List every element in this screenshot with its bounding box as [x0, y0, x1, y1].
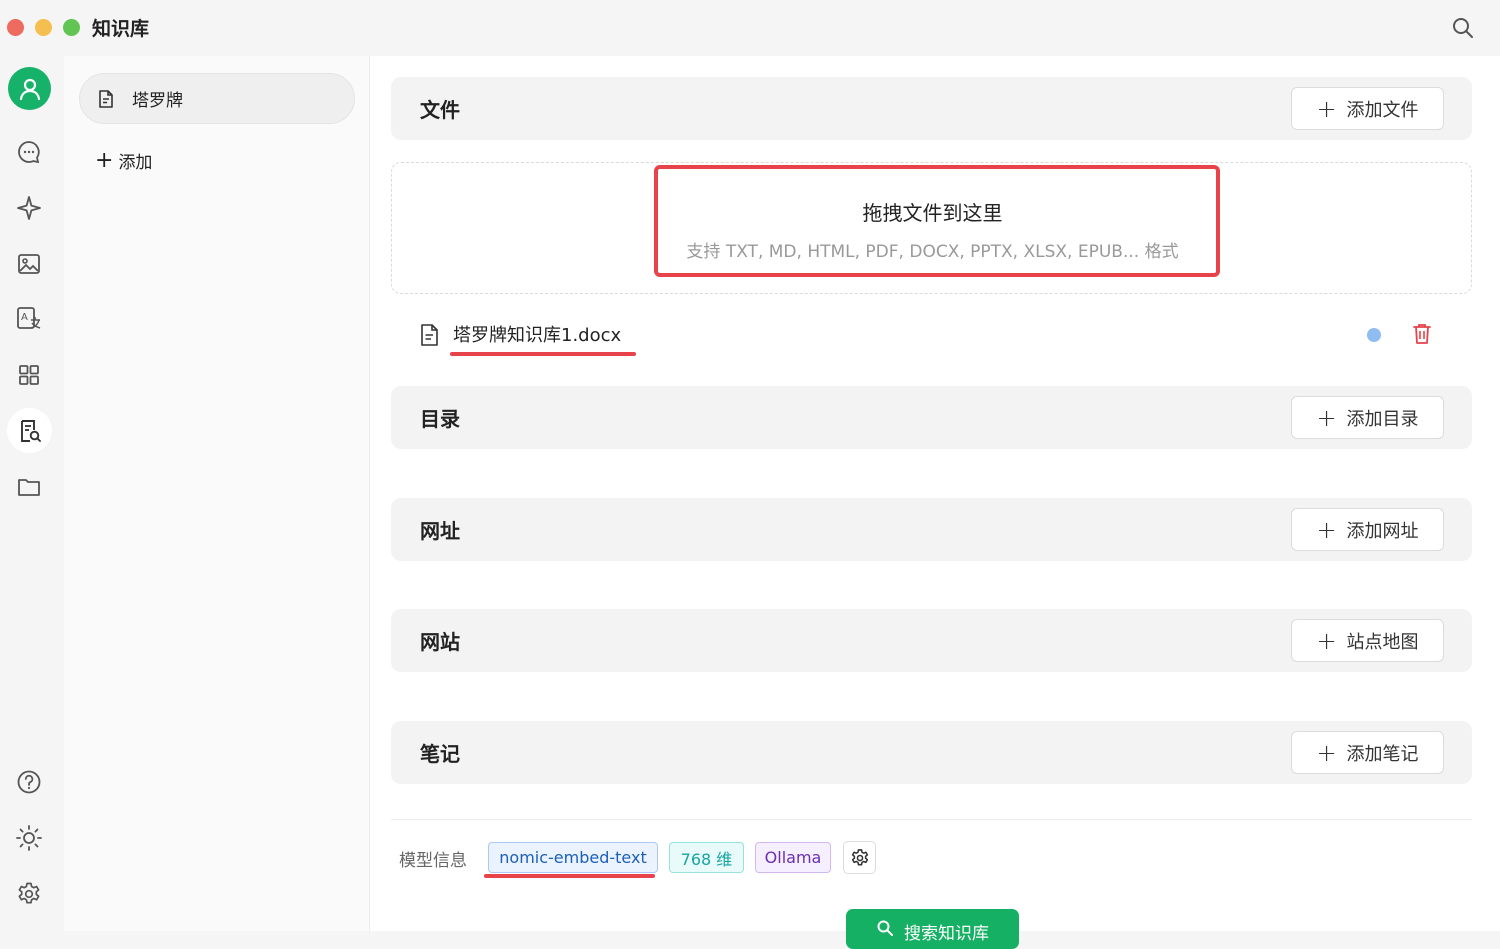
- add-file-label: 添加文件: [1346, 99, 1419, 121]
- delete-file-button[interactable]: [1411, 322, 1433, 350]
- files-section-title: 文件: [420, 98, 460, 122]
- add-directory-label: 添加目录: [1346, 408, 1419, 430]
- knowledge-base-item[interactable]: 塔罗牌: [79, 73, 355, 124]
- model-name-underline: [484, 874, 655, 878]
- gear-icon: [851, 848, 868, 865]
- main-content: 文件 + 添加文件 拖拽文件到这里 支持 TXT, MD, HTML, PDF,…: [370, 56, 1500, 949]
- document-icon: [421, 324, 438, 346]
- avatar[interactable]: [8, 67, 51, 110]
- trash-icon: [1413, 324, 1431, 344]
- model-info-label: 模型信息: [399, 851, 467, 871]
- help-icon[interactable]: [14, 767, 44, 797]
- file-name: 塔罗牌知识库1.docx: [453, 325, 622, 346]
- plus-icon: +: [95, 147, 114, 173]
- window-title: 知识库: [92, 18, 150, 40]
- add-note-label: 添加笔记: [1346, 743, 1419, 765]
- dimensions-tag: 768 维: [669, 842, 744, 873]
- title-bar: 知识库: [0, 0, 1500, 56]
- plus-icon: +: [1316, 94, 1337, 123]
- knowledge-base-label: 塔罗牌: [132, 91, 183, 111]
- add-url-label: 添加网址: [1346, 520, 1419, 542]
- add-sitemap-label: 站点地图: [1346, 631, 1419, 653]
- directory-section-header: 目录 + 添加目录: [391, 386, 1472, 449]
- plus-icon: +: [1316, 738, 1337, 767]
- model-name-tag: nomic-embed-text: [488, 842, 658, 873]
- search-icon: [877, 920, 893, 936]
- websites-section-header: 网站 + 站点地图: [391, 609, 1472, 672]
- search-knowledge-base-label: 搜索知识库: [904, 924, 989, 944]
- knowledge-icon[interactable]: [7, 408, 52, 453]
- avatar-icon: [19, 78, 40, 100]
- add-knowledge-base-button[interactable]: + 添加: [95, 148, 152, 173]
- file-dropzone[interactable]: 拖拽文件到这里 支持 TXT, MD, HTML, PDF, DOCX, PPT…: [391, 162, 1472, 294]
- folder-icon[interactable]: [14, 472, 44, 502]
- dropzone-subtitle: 支持 TXT, MD, HTML, PDF, DOCX, PPTX, XLSX,…: [686, 242, 1179, 262]
- chat-icon[interactable]: [14, 137, 44, 167]
- settings-icon[interactable]: [14, 879, 44, 909]
- urls-section-header: 网址 + 添加网址: [391, 498, 1472, 561]
- notes-section-title: 笔记: [420, 742, 460, 766]
- model-settings-button[interactable]: [843, 841, 876, 874]
- websites-section-title: 网站: [420, 630, 460, 654]
- icon-sidebar: A: [0, 56, 64, 931]
- file-status-dot: [1367, 328, 1381, 342]
- add-file-button[interactable]: + 添加文件: [1291, 87, 1444, 130]
- add-knowledge-base-label: 添加: [118, 153, 153, 173]
- image-icon[interactable]: [14, 249, 44, 279]
- file-list-item[interactable]: 塔罗牌知识库1.docx: [391, 315, 1472, 356]
- plus-icon: +: [1316, 626, 1337, 655]
- svg-text:A: A: [21, 312, 28, 323]
- sparkle-icon[interactable]: [14, 193, 44, 223]
- search-icon[interactable]: [1450, 15, 1476, 41]
- directory-section-title: 目录: [420, 407, 460, 431]
- knowledge-base-panel: 塔罗牌 + 添加: [64, 56, 370, 931]
- search-knowledge-base-button[interactable]: 搜索知识库: [846, 909, 1019, 949]
- apps-icon[interactable]: [14, 360, 44, 390]
- add-sitemap-button[interactable]: + 站点地图: [1291, 619, 1444, 662]
- close-window-button[interactable]: [7, 19, 24, 36]
- urls-section-title: 网址: [420, 519, 460, 543]
- add-directory-button[interactable]: + 添加目录: [1291, 396, 1444, 439]
- dropzone-title: 拖拽文件到这里: [862, 201, 1003, 225]
- theme-icon[interactable]: [14, 823, 44, 853]
- translate-icon[interactable]: A: [14, 304, 44, 334]
- zoom-window-button[interactable]: [63, 19, 80, 36]
- plus-icon: +: [1316, 403, 1337, 432]
- add-url-button[interactable]: + 添加网址: [1291, 508, 1444, 551]
- notes-section-header: 笔记 + 添加笔记: [391, 721, 1472, 784]
- file-name-underline: [450, 352, 636, 356]
- plus-icon: +: [1316, 515, 1337, 544]
- add-note-button[interactable]: + 添加笔记: [1291, 731, 1444, 774]
- files-section-header: 文件 + 添加文件: [391, 77, 1472, 140]
- provider-tag: Ollama: [755, 842, 831, 873]
- minimize-window-button[interactable]: [35, 19, 52, 36]
- document-icon: [99, 89, 113, 108]
- divider: [391, 819, 1472, 820]
